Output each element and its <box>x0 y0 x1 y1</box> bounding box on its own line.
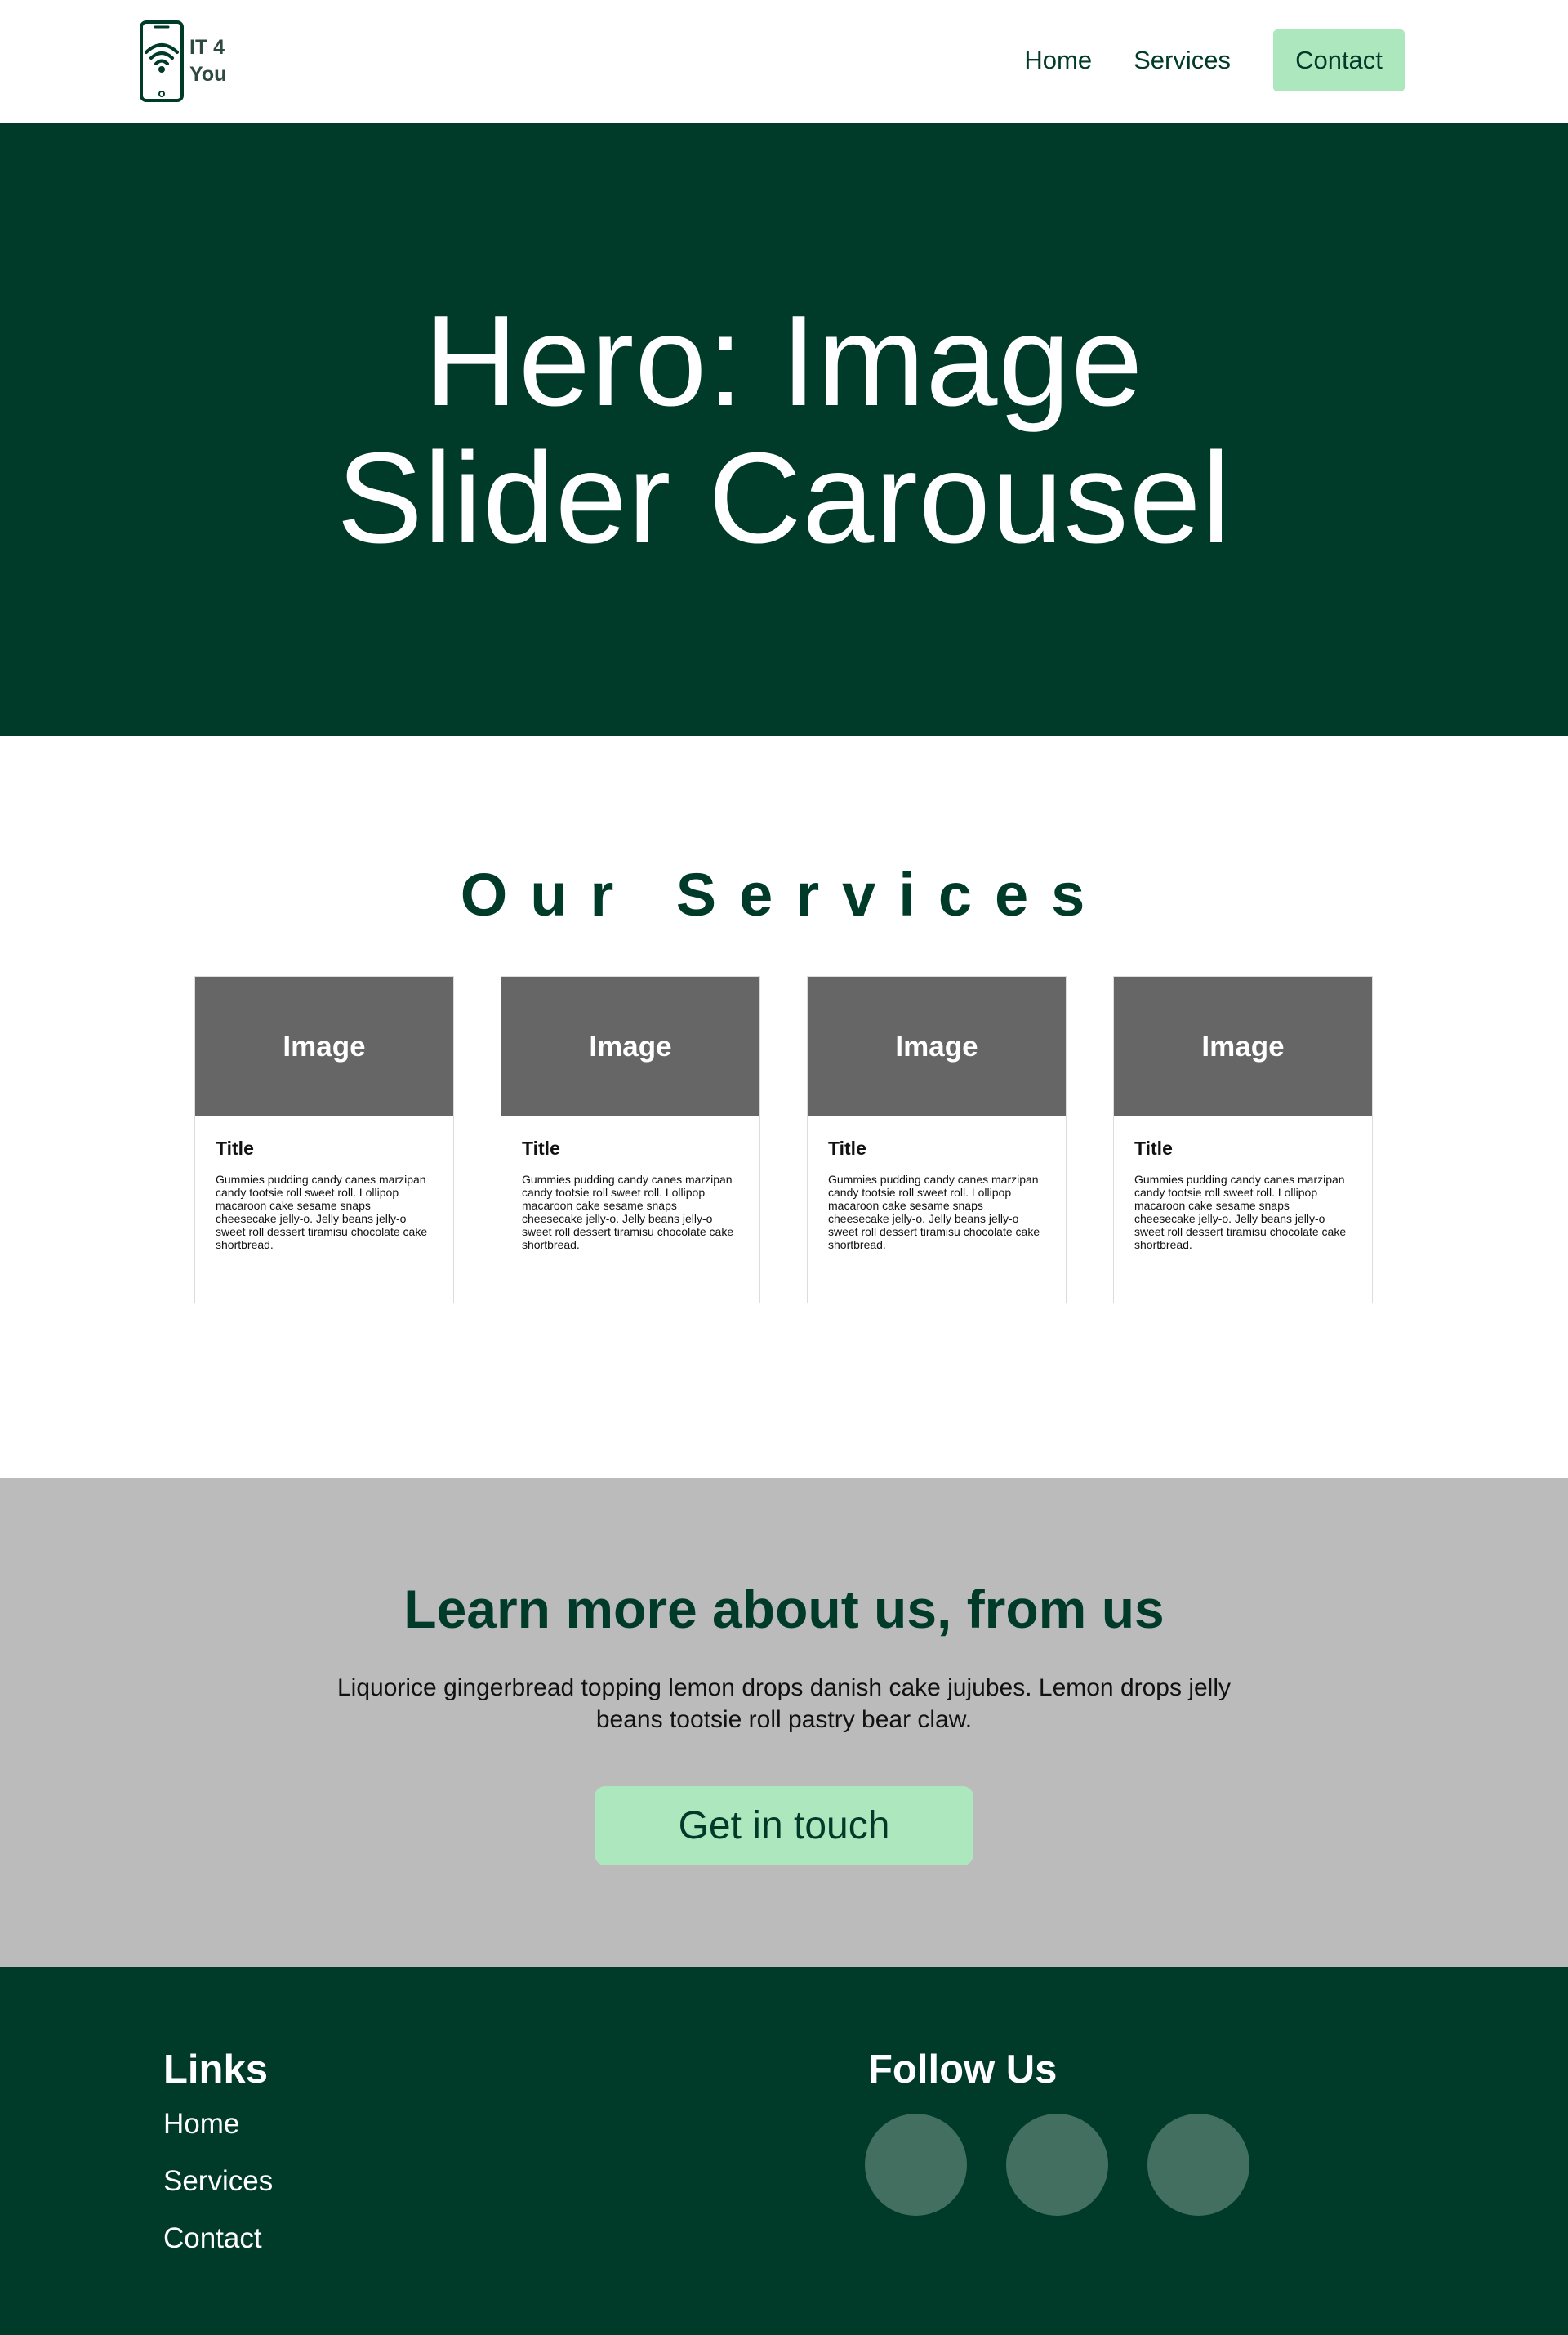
service-card[interactable]: Image Title Gummies pudding candy canes … <box>1113 976 1373 1303</box>
services-section: Our Services Image Title Gummies pudding… <box>0 736 1568 1478</box>
nav-home-link[interactable]: Home <box>1024 46 1092 75</box>
nav-contact-button[interactable]: Contact <box>1273 29 1405 91</box>
hero-title: Hero: Image Slider Carousel <box>336 288 1232 570</box>
card-text: Gummies pudding candy canes marzipan can… <box>522 1173 734 1251</box>
site-footer: Links Home Services Contact Follow Us <box>0 1967 1568 2335</box>
card-image-placeholder: Image <box>501 977 760 1116</box>
service-card[interactable]: Image Title Gummies pudding candy canes … <box>194 976 454 1303</box>
footer-social: Follow Us <box>865 2045 1250 2216</box>
hero-section: Hero: Image Slider Carousel <box>0 123 1568 736</box>
footer-links: Links Home Services Contact <box>163 2045 273 2267</box>
card-title: Title <box>216 1138 254 1159</box>
card-title: Title <box>522 1138 560 1159</box>
card-text: Gummies pudding candy canes marzipan can… <box>828 1173 1040 1251</box>
about-text: Liquorice gingerbread topping lemon drop… <box>336 1674 1232 1733</box>
service-cards: Image Title Gummies pudding candy canes … <box>194 976 1373 1303</box>
card-body: Title Gummies pudding candy canes marzip… <box>808 1116 1066 1251</box>
service-card[interactable]: Image Title Gummies pudding candy canes … <box>501 976 760 1303</box>
logo-line-1: IT 4 <box>189 36 225 59</box>
about-heading: Learn more about us, from us <box>403 1579 1165 1639</box>
social-icon[interactable] <box>865 2114 967 2216</box>
footer-link-services[interactable]: Services <box>163 2153 273 2210</box>
card-body: Title Gummies pudding candy canes marzip… <box>1114 1116 1372 1251</box>
logo-text: IT 4 You <box>189 34 226 88</box>
card-image-placeholder: Image <box>195 977 453 1116</box>
card-image-placeholder: Image <box>1114 977 1372 1116</box>
card-body: Title Gummies pudding candy canes marzip… <box>501 1116 760 1251</box>
card-text: Gummies pudding candy canes marzipan can… <box>216 1173 428 1251</box>
follow-us-heading: Follow Us <box>868 2048 1058 2092</box>
nav-services-link[interactable]: Services <box>1134 46 1231 75</box>
footer-links-heading: Links <box>163 2048 268 2092</box>
phone-wifi-icon <box>140 20 184 102</box>
social-icon[interactable] <box>1147 2114 1250 2216</box>
get-in-touch-button[interactable]: Get in touch <box>595 1786 973 1865</box>
logo-line-2: You <box>189 63 227 86</box>
footer-link-contact[interactable]: Contact <box>163 2210 273 2267</box>
site-header: IT 4 You Home Services Contact <box>0 0 1568 123</box>
service-card[interactable]: Image Title Gummies pudding candy canes … <box>807 976 1067 1303</box>
footer-link-home[interactable]: Home <box>163 2096 273 2153</box>
card-title: Title <box>1134 1138 1173 1159</box>
services-heading: Our Services <box>460 861 1108 929</box>
card-text: Gummies pudding candy canes marzipan can… <box>1134 1173 1347 1251</box>
about-section: Learn more about us, from us Liquorice g… <box>0 1478 1568 1967</box>
card-title: Title <box>828 1138 866 1159</box>
social-icons <box>865 2114 1250 2216</box>
main-nav: Home Services Contact <box>1024 29 1405 91</box>
logo-link[interactable]: IT 4 You <box>139 20 226 103</box>
social-icon[interactable] <box>1006 2114 1108 2216</box>
card-body: Title Gummies pudding candy canes marzip… <box>195 1116 453 1251</box>
card-image-placeholder: Image <box>808 977 1066 1116</box>
